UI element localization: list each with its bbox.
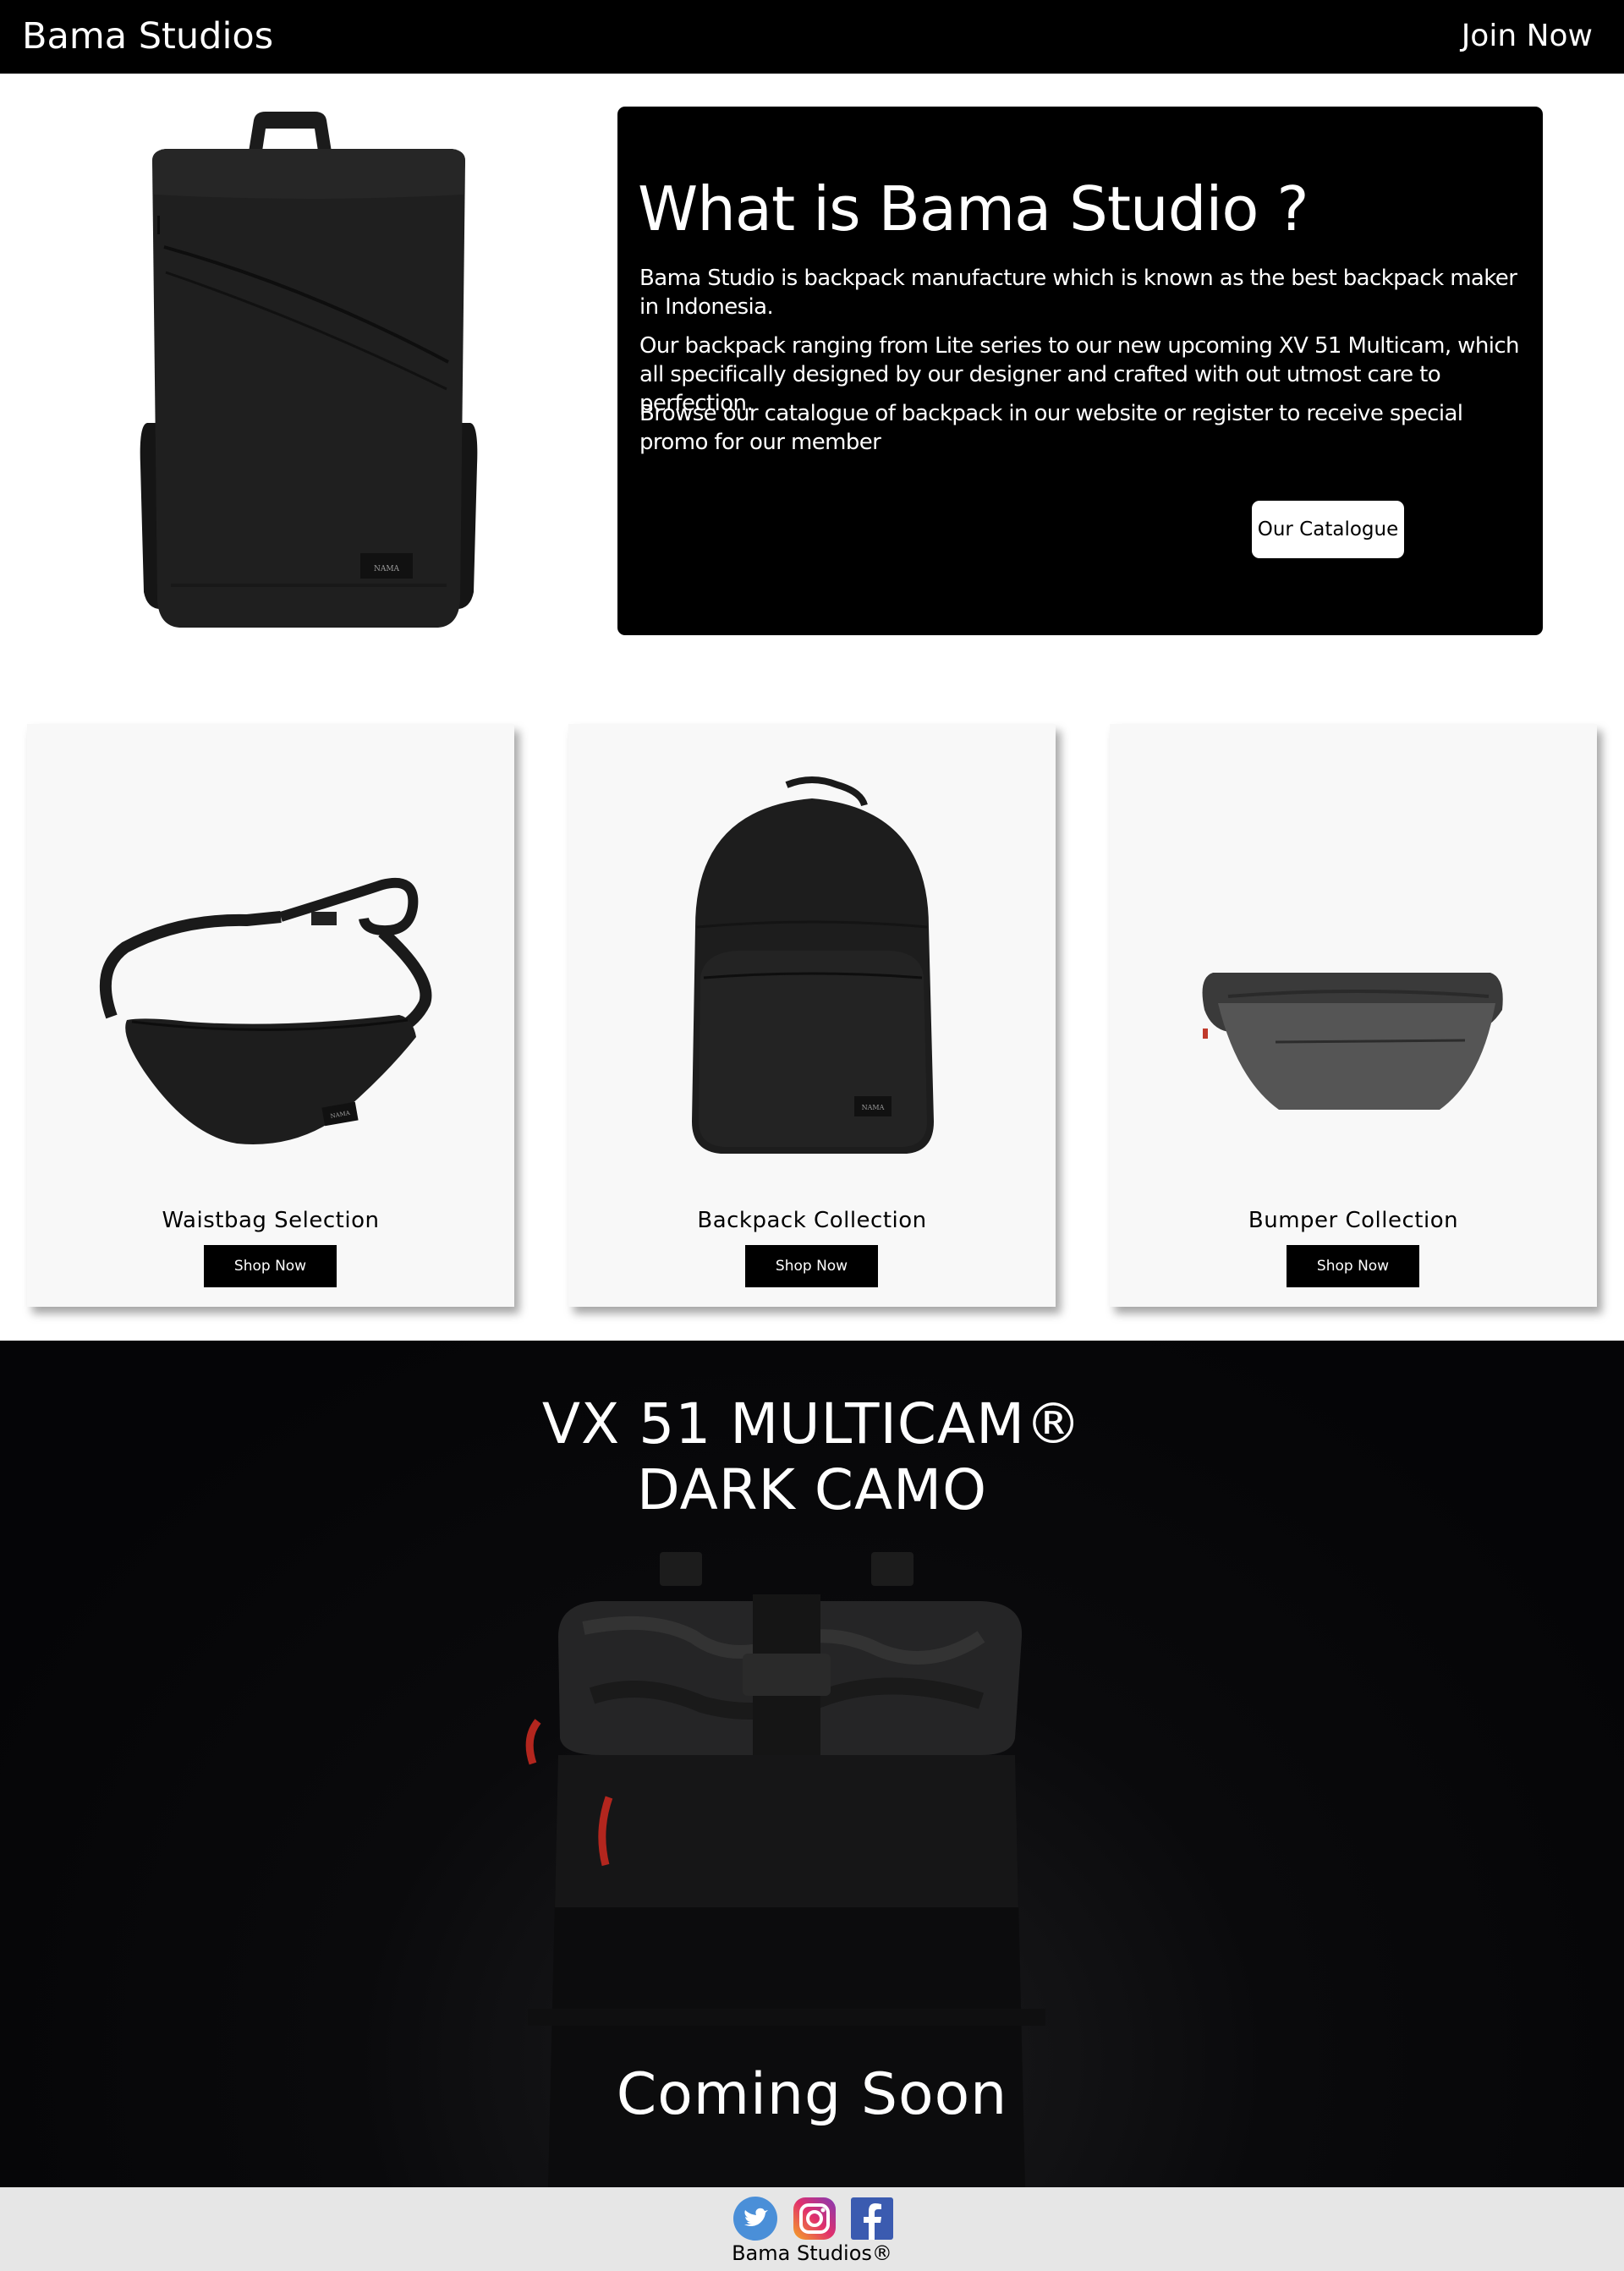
card-title: Waistbag Selection (162, 1208, 380, 1233)
shop-now-button[interactable]: Shop Now (204, 1245, 337, 1287)
backpack-image: NAMA (692, 776, 934, 1154)
footer-copyright: Bama Studios® (732, 2241, 892, 2265)
shop-now-button[interactable]: Shop Now (1287, 1245, 1419, 1287)
instagram-icon[interactable] (792, 2196, 837, 2241)
coming-soon-text: Coming Soon (616, 2061, 1008, 2128)
about-panel: What is Bama Studio ? Bama Studio is bac… (617, 107, 1543, 635)
facebook-icon[interactable] (849, 2196, 895, 2241)
hero-label-text: NAMA (374, 565, 400, 573)
promo-title-line1: VX 51 MULTICAM® (541, 1391, 1083, 1456)
join-now-link[interactable]: Join Now (1462, 15, 1593, 58)
about-heading: What is Bama Studio ? (638, 173, 1309, 244)
card-backpack: NAMA Backpack Collection Shop Now (568, 724, 1056, 1307)
card-waistbag: NAMA Waistbag Selection Shop Now (27, 724, 514, 1307)
our-catalogue-button[interactable]: Our Catalogue (1252, 501, 1404, 558)
promo-banner: VX 51 MULTICAM® DARK CAMO Coming Soon (0, 1341, 1624, 2187)
shop-now-button[interactable]: Shop Now (745, 1245, 878, 1287)
navbar: Bama Studios Join Now (0, 0, 1624, 74)
promo-title-line2: DARK CAMO (636, 1457, 988, 1522)
twitter-icon[interactable] (732, 2196, 778, 2241)
hero-backpack-image: NAMA (140, 112, 478, 628)
card-title: Backpack Collection (697, 1208, 927, 1233)
backpack-label: NAMA (862, 1104, 885, 1111)
about-paragraph-3: Browse our catalogue of backpack in our … (639, 401, 1463, 455)
footer: Bama Studios® (0, 2187, 1624, 2271)
bumper-bag-image (1202, 973, 1503, 1110)
waistbag-image: NAMA (99, 877, 432, 1144)
card-bumper: Bumper Collection Shop Now (1110, 724, 1597, 1307)
about-paragraph-1: Bama Studio is backpack manufacture whic… (639, 266, 1517, 320)
card-title: Bumper Collection (1248, 1208, 1459, 1233)
brand-logo[interactable]: Bama Studios (22, 14, 273, 59)
